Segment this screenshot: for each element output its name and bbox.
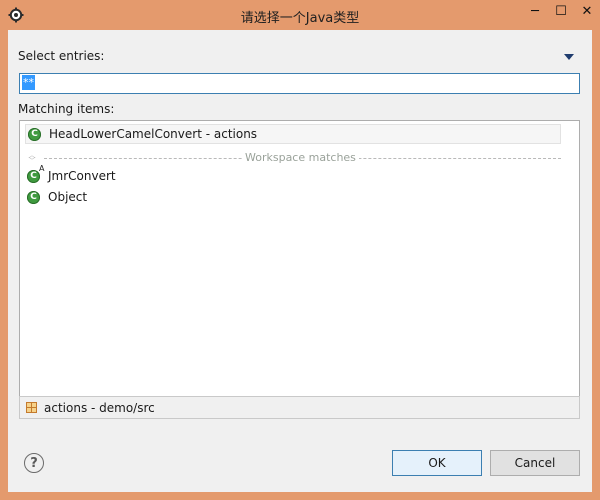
filter-input-value: ** [22, 75, 35, 90]
list-item-object[interactable]: C Object [25, 187, 561, 207]
cancel-button[interactable]: Cancel [490, 450, 580, 476]
class-icon: C [27, 190, 40, 204]
matching-items-list[interactable]: C HeadLowerCamelConvert - actions ︿ ﹀ Wor… [19, 120, 580, 418]
title-bar: 请选择一个Java类型 ─ ☐ ✕ [0, 0, 600, 30]
workspace-matches-separator: ︿ ﹀ Workspace matches [25, 151, 561, 166]
matching-items-label: Matching items: [18, 102, 115, 116]
maximize-button[interactable]: ☐ [548, 0, 574, 22]
package-icon [26, 402, 37, 413]
status-text: actions - demo/src [44, 401, 155, 415]
separator-chevron-icon: ︿ ﹀ [28, 151, 36, 165]
help-button[interactable]: ? [24, 453, 44, 473]
status-bar: actions - demo/src [19, 396, 580, 419]
select-entries-label: Select entries: [18, 49, 105, 63]
abstract-overlay: A [39, 164, 45, 173]
ok-button[interactable]: OK [392, 450, 482, 476]
minimize-button[interactable]: ─ [522, 0, 548, 22]
view-menu-arrow-icon[interactable] [564, 54, 574, 60]
list-item-label: HeadLowerCamelConvert - actions [49, 127, 258, 141]
window-title: 请选择一个Java类型 [240, 11, 360, 26]
list-item-headlowercamelconvert[interactable]: C HeadLowerCamelConvert - actions [25, 124, 561, 144]
list-item-jmrconvert[interactable]: C A JmrConvert [25, 164, 561, 186]
dialog-body: Select entries: ** Matching items: C Hea… [8, 30, 592, 492]
list-item-label: Object [48, 190, 88, 204]
separator-label: Workspace matches [242, 151, 359, 164]
class-icon: C [28, 127, 41, 141]
close-button[interactable]: ✕ [574, 0, 600, 22]
filter-input[interactable]: ** [19, 73, 580, 94]
list-item-label: JmrConvert [48, 169, 116, 183]
